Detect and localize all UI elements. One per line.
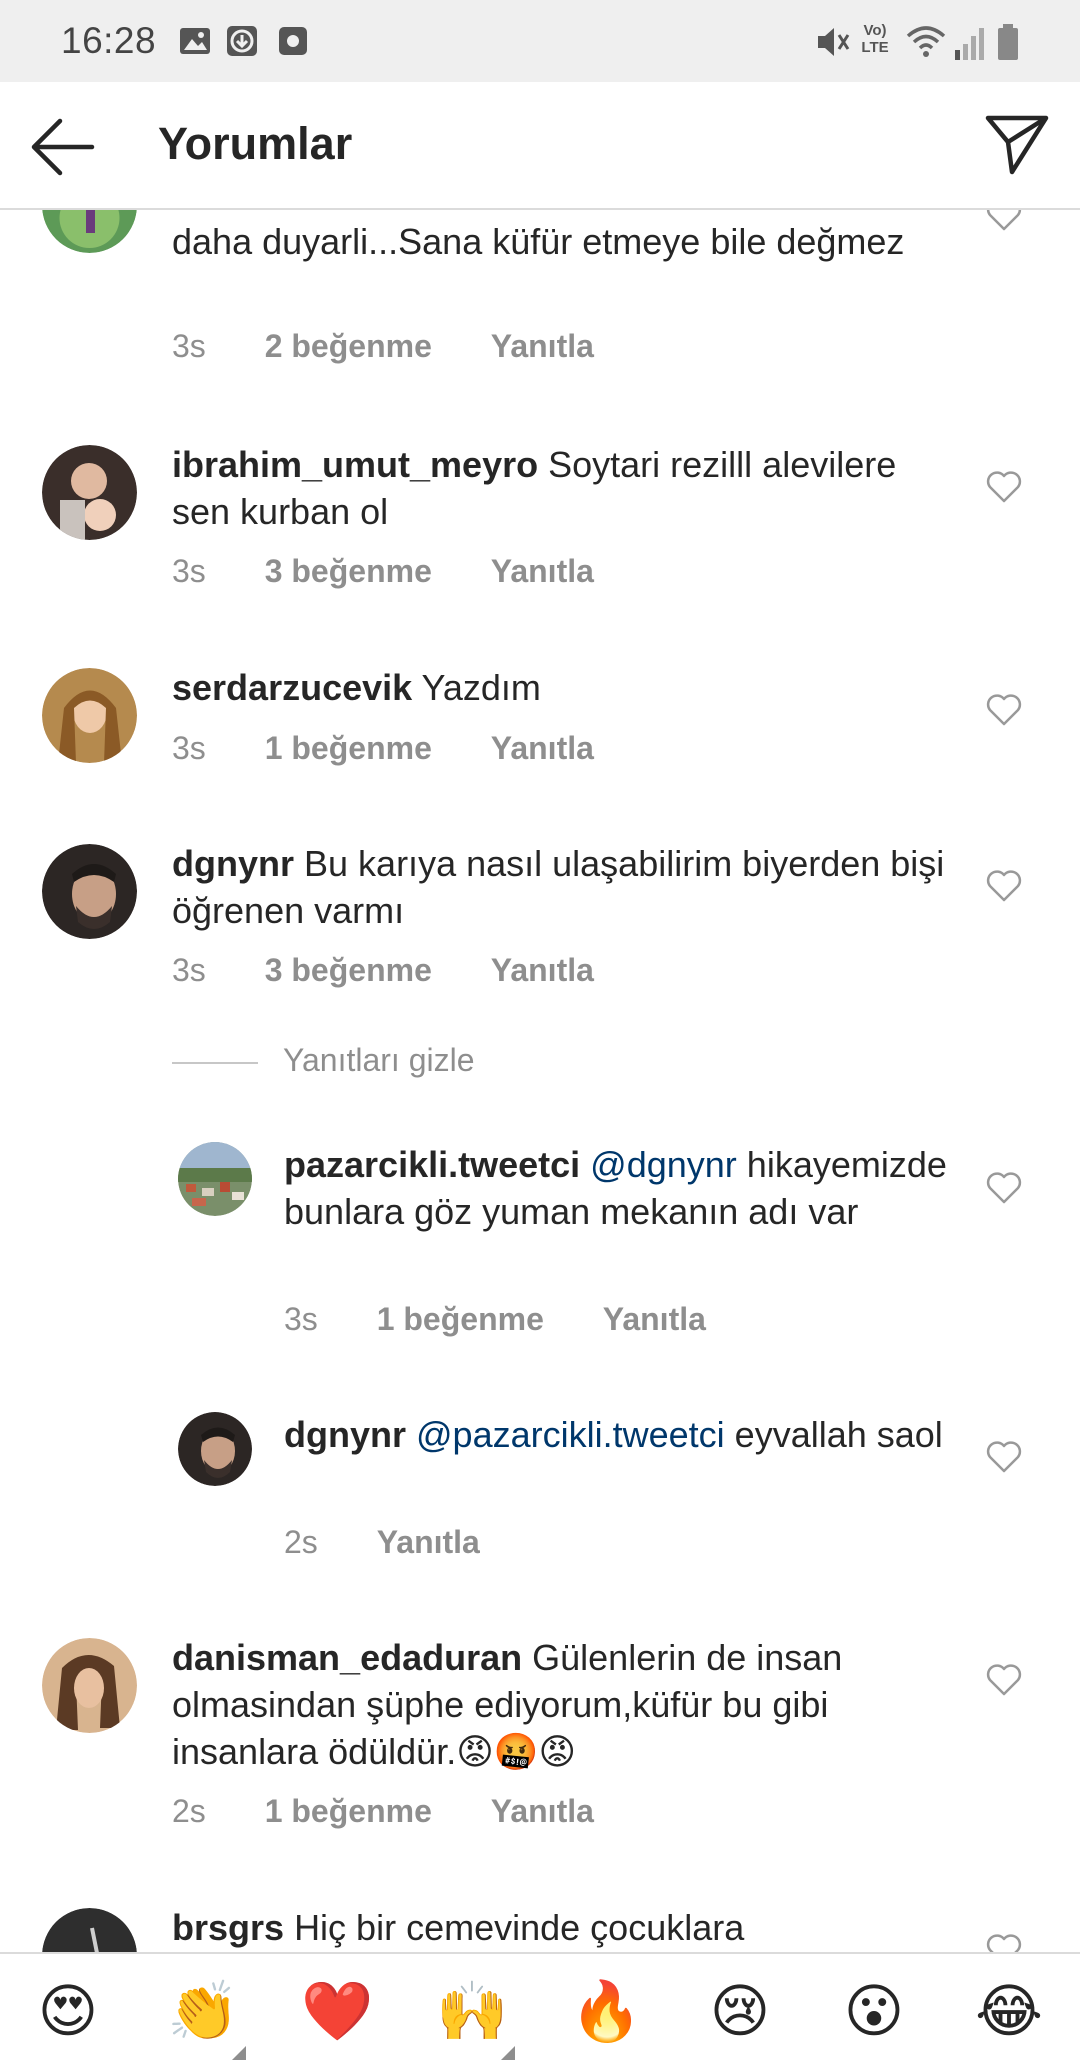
reply-button[interactable]: Yanıtla — [491, 1793, 594, 1830]
reply-text: dgnynr @pazarcikli.tweetci eyvallah saol — [284, 1411, 964, 1458]
emoji-fire[interactable]: 🔥 — [570, 1976, 642, 2046]
like-count[interactable]: 1 beğenme — [377, 1301, 544, 1338]
avatar[interactable] — [42, 445, 137, 540]
comment-username[interactable]: danisman_edaduran — [172, 1637, 522, 1678]
comment-meta: 3s 3 beğenme Yanıtla — [172, 553, 644, 590]
reply-button[interactable]: Yanıtla — [491, 328, 594, 365]
reply-mention[interactable]: @pazarcikli.tweetci — [416, 1414, 725, 1455]
emoji-heart[interactable]: ❤️ — [301, 1976, 373, 2046]
emoji-surprised[interactable]: 😮 — [839, 1976, 909, 2046]
like-count[interactable]: 1 beğenme — [265, 1793, 432, 1830]
image-icon — [180, 28, 210, 54]
comment-username[interactable]: dgnynr — [172, 843, 294, 884]
reply-text: pazarcikli.tweetci @dgnynr hikayemizde b… — [284, 1141, 964, 1235]
arrow-left-icon[interactable] — [28, 112, 98, 182]
page-title: Yorumlar — [158, 118, 353, 169]
avatar[interactable] — [42, 844, 137, 939]
heart-icon[interactable] — [986, 1663, 1022, 1697]
reply-username[interactable]: pazarcikli.tweetci — [284, 1144, 580, 1185]
comment-text: dgnynr Bu karıya nasıl ulaşabilirim biye… — [172, 840, 952, 934]
reply-meta: 3s 1 beğenme Yanıtla — [284, 1301, 756, 1338]
comment-time: 3s — [172, 328, 206, 364]
app-icon — [279, 27, 307, 55]
emoji-heart-eyes[interactable]: 😍 — [33, 1976, 103, 2046]
like-count[interactable]: 3 beğenme — [265, 952, 432, 989]
download-icon — [227, 26, 257, 56]
reply-button[interactable]: Yanıtla — [603, 1301, 706, 1338]
avatar[interactable] — [42, 208, 137, 253]
like-count[interactable]: 2 beğenme — [265, 328, 432, 365]
heart-icon[interactable] — [986, 1440, 1022, 1474]
heart-icon[interactable] — [986, 869, 1022, 903]
emoji-crying[interactable]: 😢 — [705, 1976, 775, 2046]
heart-icon[interactable] — [986, 1171, 1022, 1205]
comment-text: ibrahim_umut_meyro Soytari rezilll alevi… — [172, 441, 952, 535]
status-bar: 16:28 Vo) LTE — [0, 0, 1080, 82]
reply-button[interactable]: Yanıtla — [491, 553, 594, 590]
emoji-clap[interactable]: 👏 — [167, 1976, 239, 2046]
battery-icon — [998, 24, 1018, 60]
heart-icon[interactable] — [986, 1933, 1022, 1952]
comment-time: 3s — [172, 952, 206, 988]
comment-body: Hiç bir cemevinde çocuklara — [294, 1907, 745, 1948]
mute-icon — [818, 28, 850, 56]
emoji-joy[interactable]: 😂 — [974, 1976, 1044, 2046]
heart-icon[interactable] — [986, 693, 1022, 727]
comment-list[interactable]: daha duyarli...Sana küfür etmeye bile de… — [0, 208, 1080, 1952]
avatar[interactable] — [178, 1412, 252, 1486]
comment-time: 2s — [172, 1793, 206, 1829]
comment-meta: 3s 1 beğenme Yanıtla — [172, 730, 644, 767]
like-count[interactable]: 1 beğenme — [265, 730, 432, 767]
reply-button[interactable]: Yanıtla — [491, 730, 594, 767]
signal-icon — [955, 28, 984, 60]
comment-username[interactable]: ibrahim_umut_meyro — [172, 444, 538, 485]
reply-meta: 2s Yanıtla — [284, 1524, 530, 1561]
skin-tone-indicator-icon — [501, 2046, 515, 2060]
heart-icon[interactable] — [986, 208, 1022, 232]
avatar[interactable] — [42, 668, 137, 763]
paper-plane-icon[interactable] — [982, 110, 1052, 180]
comment-body: daha duyarli...Sana küfür etmeye bile de… — [172, 221, 905, 262]
wifi-icon — [906, 26, 946, 57]
heart-icon[interactable] — [986, 470, 1022, 504]
comment-meta: 2s 1 beğenme Yanıtla — [172, 1793, 644, 1830]
reply-time: 3s — [284, 1301, 318, 1337]
skin-tone-indicator-icon — [232, 2046, 246, 2060]
reply-body: eyvallah saol — [734, 1414, 943, 1455]
reply-button[interactable]: Yanıtla — [377, 1524, 480, 1561]
comment-emoji: 😡🤬😡 — [456, 1732, 577, 1773]
comment-text: daha duyarli...Sana küfür etmeye bile de… — [172, 218, 952, 265]
like-count[interactable]: 3 beğenme — [265, 553, 432, 590]
comment-text: danisman_edaduran Gülenlerin de insan ol… — [172, 1634, 952, 1776]
comment-text: serdarzucevik Yazdım — [172, 664, 952, 711]
comment-meta: 3s 2 beğenme Yanıtla — [172, 328, 644, 365]
volte-icon: Vo) LTE — [861, 22, 889, 56]
comment-username[interactable]: serdarzucevik — [172, 667, 412, 708]
emoji-raised-hands[interactable]: 🙌 — [436, 1976, 508, 2046]
app-header: Yorumlar — [0, 82, 1080, 210]
status-time: 16:28 — [61, 20, 157, 61]
divider — [172, 1062, 258, 1064]
emoji-quick-bar: 😍 👏 ❤️ 🙌 🔥 😢 😮 😂 — [0, 1952, 1080, 2069]
comment-meta: 3s 3 beğenme Yanıtla — [172, 952, 644, 989]
avatar[interactable] — [178, 1142, 252, 1216]
reply-time: 2s — [284, 1524, 318, 1560]
reply-username[interactable]: dgnynr — [284, 1414, 406, 1455]
comment-text: brsgrs Hiç bir cemevinde çocuklara — [172, 1904, 952, 1951]
hide-replies-label[interactable]: Yanıtları gizle — [283, 1042, 475, 1079]
comment-time: 3s — [172, 730, 206, 766]
reply-button[interactable]: Yanıtla — [491, 952, 594, 989]
comment-body: Yazdım — [421, 667, 541, 708]
comment-username[interactable]: brsgrs — [172, 1907, 284, 1948]
comment-time: 3s — [172, 553, 206, 589]
avatar[interactable] — [42, 1638, 137, 1733]
avatar[interactable] — [42, 1908, 137, 1952]
reply-mention[interactable]: @dgnynr — [590, 1144, 737, 1185]
